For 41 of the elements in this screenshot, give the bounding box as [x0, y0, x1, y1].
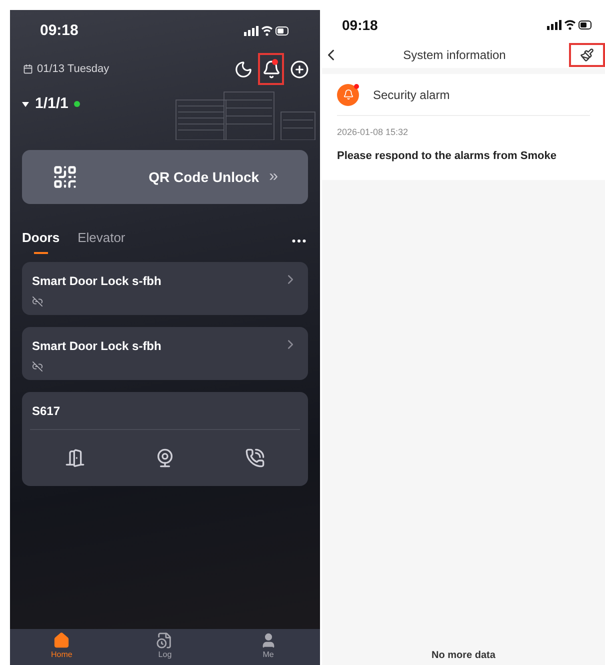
nav-tab[interactable]: Home — [36, 632, 87, 661]
status-icons — [547, 19, 593, 31]
device-name: Smart Door Lock s-fbh — [32, 338, 162, 354]
door-icon[interactable] — [65, 448, 85, 468]
dropdown-triangle-icon[interactable] — [22, 102, 29, 106]
message-category: Security alarm — [373, 86, 450, 104]
status-time: 09:18 — [342, 16, 378, 34]
phone-call-icon[interactable] — [245, 448, 265, 468]
add-icon — [290, 60, 308, 78]
log-icon — [156, 632, 174, 649]
clear-button[interactable] — [568, 43, 605, 67]
double-chevron-icon: » — [269, 165, 278, 189]
page-title: System information — [403, 47, 506, 64]
message-text: Please respond to the alarms from Smoke — [337, 148, 558, 164]
qr-code-icon — [52, 164, 78, 190]
camera-icon[interactable] — [155, 448, 175, 468]
device-card[interactable]: Smart Door Lock s-fbh — [22, 326, 308, 380]
device-card[interactable]: Smart Door Lock s-fbh — [22, 262, 308, 314]
message-card[interactable]: Security alarm 2026-01-08 15:32 Please respond to the alarms from Smoke — [322, 74, 605, 180]
unlinked-icon — [32, 296, 43, 306]
unlinked-icon — [32, 360, 43, 372]
tab[interactable]: Doors — [22, 228, 60, 254]
status-time: 09:18 — [40, 20, 78, 41]
home-icon — [53, 632, 70, 649]
nav-tab[interactable]: Log — [140, 632, 190, 661]
calendar-icon — [23, 64, 33, 74]
site-selector[interactable]: 1/1/1 — [35, 92, 68, 116]
nav-tab[interactable]: Me — [243, 632, 294, 661]
date-label: 01/13 Tuesday — [37, 62, 110, 77]
bell-button[interactable] — [258, 53, 284, 85]
status-icons — [244, 25, 290, 37]
broom-icon — [580, 48, 594, 62]
device-name: Smart Door Lock s-fbh — [32, 272, 162, 290]
qr-code-unlock-button[interactable]: QR Code Unlock » — [22, 150, 308, 204]
tab[interactable]: Elevator — [78, 228, 126, 254]
no-more-data-label: No more data — [430, 649, 496, 663]
bell-icon — [262, 60, 280, 78]
device-name: S617 — [30, 402, 300, 430]
message-time: 2026-01-08 15:32 — [337, 126, 410, 139]
moon-icon — [234, 60, 252, 78]
bell-icon — [342, 89, 354, 100]
